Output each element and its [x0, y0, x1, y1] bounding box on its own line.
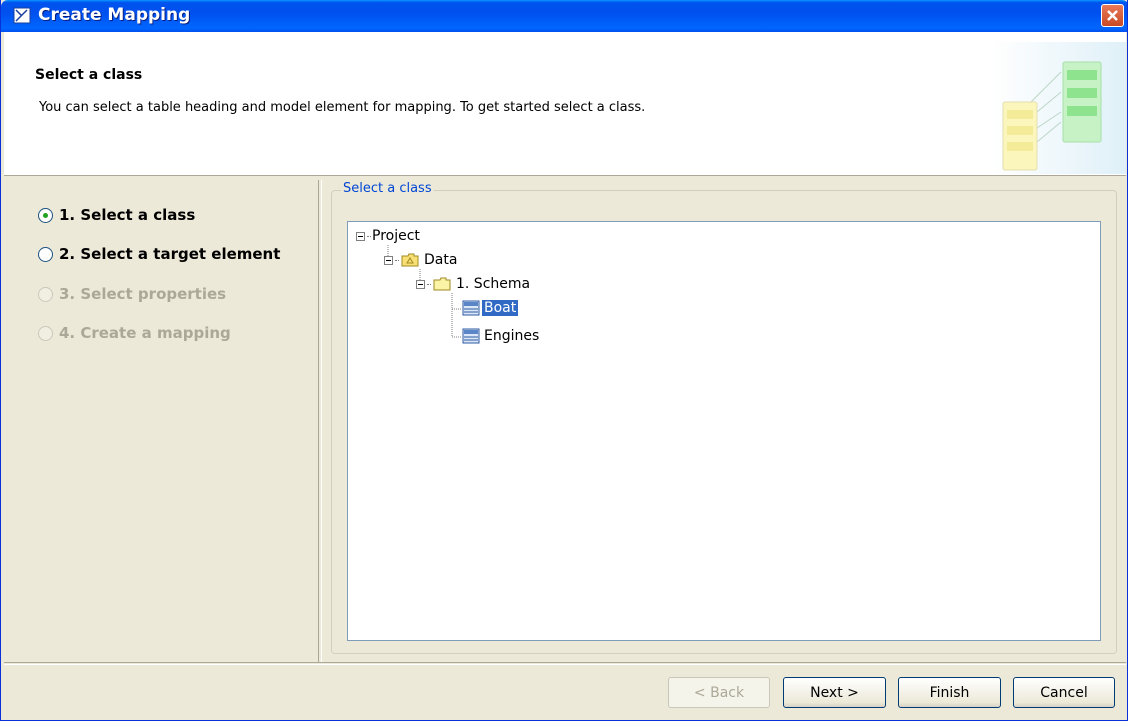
header-description: You can select a table heading and model…: [39, 100, 646, 115]
window-title: Create Mapping: [38, 5, 191, 25]
mapping-icon: [13, 7, 31, 24]
collapse-icon[interactable]: [384, 255, 393, 265]
header-title: Select a class: [35, 67, 143, 83]
radio-icon: [38, 246, 53, 262]
node-label: Project: [372, 228, 420, 244]
class-tree[interactable]: Project Data 1. Schema Boat Engines: [347, 221, 1101, 641]
close-icon: [1107, 10, 1118, 21]
class-icon: [462, 300, 480, 316]
cancel-button[interactable]: Cancel: [1013, 677, 1115, 708]
node-label: 1. Schema: [456, 276, 531, 292]
tree-node-project[interactable]: Project: [356, 226, 420, 246]
title-bar[interactable]: Create Mapping: [1, 0, 1127, 32]
step-label: 4. Create a mapping: [59, 324, 231, 342]
back-button[interactable]: < Back: [668, 677, 770, 708]
collapse-icon[interactable]: [356, 231, 365, 241]
class-icon: [462, 328, 480, 344]
package-icon: [401, 253, 419, 267]
next-button[interactable]: Next >: [783, 677, 886, 708]
tree-node-class-engines[interactable]: Engines: [462, 326, 541, 346]
node-label: Boat: [482, 300, 519, 316]
create-mapping-dialog: Create Mapping Select a class You can se…: [0, 0, 1128, 721]
step-label: 2. Select a target element: [59, 245, 281, 263]
wizard-steps: 1. Select a class 2. Select a target ele…: [4, 176, 318, 662]
radio-selected-icon: [38, 207, 53, 223]
tree-node-data[interactable]: Data: [384, 250, 459, 270]
group-label: Select a class: [341, 181, 434, 196]
finish-button[interactable]: Finish: [898, 677, 1001, 708]
radio-disabled-icon: [38, 325, 53, 341]
folder-icon: [433, 277, 451, 291]
step-label: 3. Select properties: [59, 285, 227, 303]
collapse-icon[interactable]: [416, 279, 425, 289]
tree-node-schema[interactable]: 1. Schema: [416, 274, 532, 294]
step-create-mapping: 4. Create a mapping: [38, 321, 231, 345]
step-label: 1. Select a class: [59, 206, 196, 224]
step-select-properties: 3. Select properties: [38, 282, 226, 306]
close-button[interactable]: [1101, 4, 1124, 27]
node-label: Data: [424, 252, 458, 268]
radio-disabled-icon: [38, 286, 53, 302]
tree-node-class-boat[interactable]: Boat: [462, 298, 519, 318]
step-select-target[interactable]: 2. Select a target element: [38, 242, 280, 266]
node-label: Engines: [484, 328, 540, 344]
button-bar-separator: [4, 662, 1126, 665]
mapping-graphic: [991, 42, 1126, 174]
step-select-class[interactable]: 1. Select a class: [38, 203, 195, 227]
vertical-splitter[interactable]: [318, 180, 322, 662]
header-panel: Select a class You can select a table he…: [4, 32, 1126, 176]
